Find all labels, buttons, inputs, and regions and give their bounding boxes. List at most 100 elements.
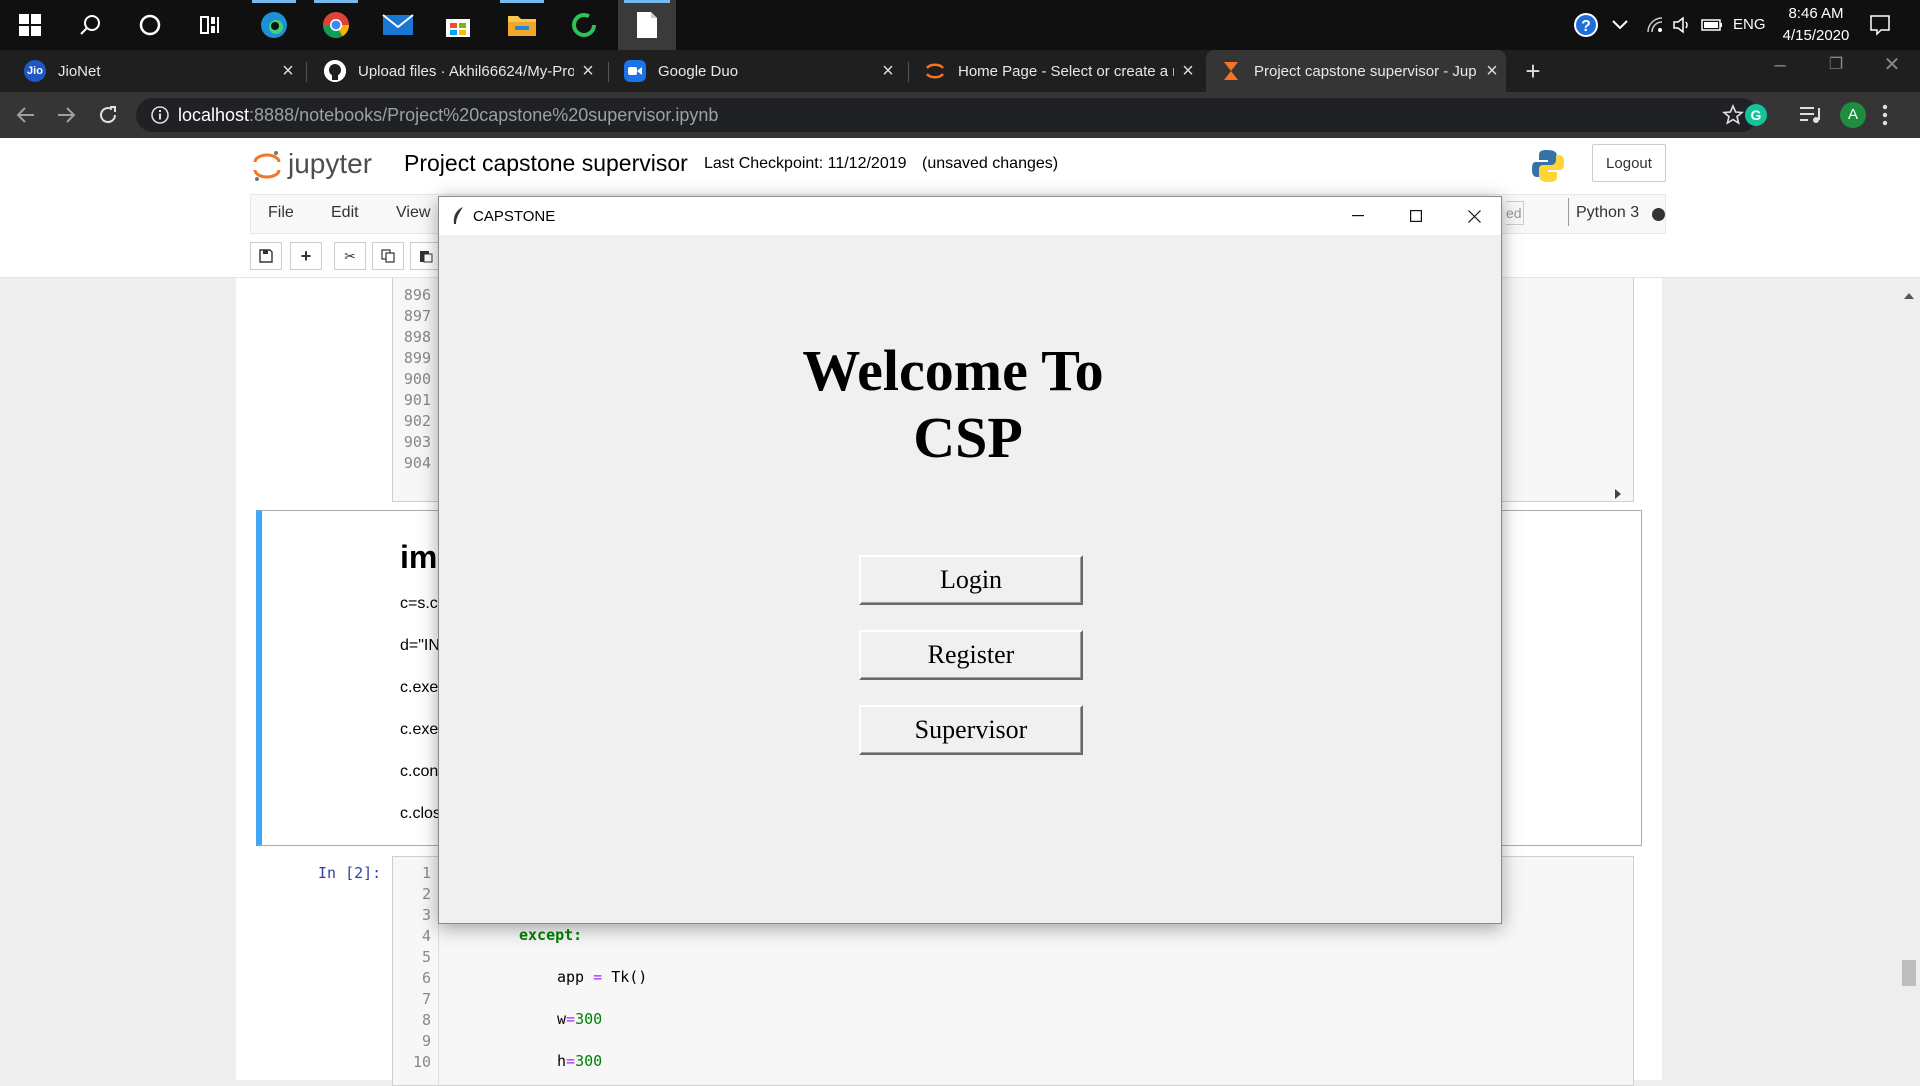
reload-button[interactable] — [88, 92, 128, 138]
bookmark-star-icon[interactable] — [1721, 103, 1745, 131]
restore-icon[interactable]: ❐ — [1816, 54, 1856, 84]
minimize-icon[interactable]: – — [1760, 54, 1800, 84]
profile-avatar[interactable]: A — [1840, 102, 1866, 128]
windows-start-icon[interactable] — [2, 0, 58, 50]
mail-icon[interactable] — [370, 0, 426, 50]
scrollbar-thumb[interactable] — [1902, 960, 1916, 986]
input-language[interactable]: ENG — [1733, 16, 1766, 33]
menu-view[interactable]: View — [396, 204, 430, 222]
kernel-busy-indicator — [1652, 208, 1665, 221]
browser-toolbar: localhost:8888/notebooks/Project%20capst… — [0, 92, 1920, 138]
jupyter-logo-text[interactable]: jupyter — [288, 148, 372, 180]
markdown-line: c.con — [400, 763, 439, 780]
welcome-heading: Welcome To — [802, 338, 1104, 403]
window-close-icon[interactable]: ✕ — [1872, 52, 1912, 82]
scroll-right-icon[interactable] — [1615, 486, 1621, 504]
url-host: localhost — [178, 104, 250, 125]
scroll-up-icon[interactable] — [1904, 286, 1914, 304]
trusted-indicator[interactable]: ed — [1506, 201, 1524, 225]
search-icon[interactable] — [62, 0, 118, 50]
menu-file[interactable]: File — [268, 204, 294, 222]
tab-title: Home Page - Select or create a n — [958, 62, 1174, 80]
page-scrollbar[interactable] — [1898, 278, 1920, 1080]
close-icon[interactable]: × — [1478, 60, 1506, 83]
close-icon[interactable] — [1445, 197, 1503, 235]
tab-google-duo[interactable]: Google Duo × — [610, 50, 902, 92]
copy-button[interactable] — [372, 242, 404, 270]
cut-button[interactable]: ✂ — [334, 242, 366, 270]
close-icon[interactable]: × — [1174, 60, 1202, 83]
tab-home-page[interactable]: Home Page - Select or create a n × — [910, 50, 1202, 92]
code-line: w=300 — [557, 1010, 603, 1028]
markdown-line: c.exe — [400, 679, 439, 696]
tab-title: Google Duo — [658, 62, 739, 80]
clock-time[interactable]: 8:46 AM — [1776, 5, 1856, 22]
battery-icon[interactable] — [1694, 0, 1730, 50]
store-icon[interactable] — [430, 0, 486, 50]
forward-button[interactable] — [46, 92, 86, 138]
svg-text:G: G — [1751, 107, 1762, 123]
tab-upload-files[interactable]: Upload files · Akhil66624/My-Pro × — [310, 50, 602, 92]
kernel-name[interactable]: Python 3 — [1576, 204, 1639, 222]
windows-taskbar: ? ENG 8:46 AM 4/15/2020 — [0, 0, 1920, 50]
code-line: app = Tk() — [557, 968, 648, 986]
grammarly-icon[interactable]: G — [1744, 103, 1768, 132]
notepad-icon[interactable] — [618, 0, 676, 50]
svg-text:?: ? — [1581, 18, 1591, 35]
jupyter-header: jupyter Project capstone supervisor Last… — [0, 138, 1920, 194]
markdown-line: c=s.c — [400, 595, 438, 612]
refresh-app-icon[interactable] — [556, 0, 612, 50]
supervisor-button[interactable]: Supervisor — [859, 705, 1083, 755]
register-button[interactable]: Register — [859, 630, 1083, 680]
markdown-line: d="IN — [400, 637, 440, 654]
window-titlebar[interactable]: CAPSTONE — [439, 197, 1501, 235]
close-icon[interactable]: × — [874, 60, 902, 83]
chrome-browser-icon[interactable] — [308, 0, 364, 50]
notifications-icon[interactable] — [1854, 0, 1906, 50]
code-line: h=300 — [557, 1052, 603, 1070]
hourglass-icon — [1220, 60, 1242, 82]
edge-browser-icon[interactable] — [246, 0, 302, 50]
login-button[interactable]: Login — [859, 555, 1083, 605]
save-button[interactable] — [250, 242, 282, 270]
address-bar[interactable]: localhost:8888/notebooks/Project%20capst… — [136, 98, 1758, 132]
back-button[interactable] — [6, 92, 46, 138]
url-path: :8888/notebooks/Project%20capstone%20sup… — [249, 104, 719, 125]
jupyter-logo-icon[interactable] — [252, 148, 282, 189]
cell-prompt: In [2]: — [318, 864, 382, 882]
info-icon[interactable] — [150, 105, 170, 130]
new-tab-button[interactable]: + — [1518, 56, 1548, 86]
tab-jionet[interactable]: Jio JioNet × — [10, 50, 302, 92]
tab-project-capstone[interactable]: Project capstone supervisor - Jup × — [1206, 50, 1506, 92]
google-duo-icon — [624, 60, 646, 82]
tab-title: Project capstone supervisor - Jup — [1254, 62, 1477, 80]
markdown-line: c.clos — [400, 805, 441, 822]
menu-edit[interactable]: Edit — [331, 204, 359, 222]
clock-date[interactable]: 4/15/2020 — [1770, 27, 1862, 44]
insert-cell-button[interactable]: + — [290, 242, 322, 270]
logout-button[interactable]: Logout — [1592, 144, 1666, 182]
notebook-title[interactable]: Project capstone supervisor — [404, 150, 688, 177]
close-icon[interactable]: × — [274, 60, 302, 83]
markdown-line: c.exe — [400, 721, 439, 738]
code-line: except: — [519, 926, 583, 944]
cortana-icon[interactable] — [122, 0, 178, 50]
media-control-icon[interactable] — [1798, 104, 1822, 131]
close-icon[interactable]: × — [574, 60, 602, 83]
task-view-icon[interactable] — [182, 0, 238, 50]
welcome-heading-csp: CSP — [913, 405, 1023, 470]
autosave-status: (unsaved changes) — [922, 155, 1059, 172]
jupyter-favicon-icon — [924, 60, 946, 82]
more-options-icon[interactable] — [1882, 104, 1888, 131]
checkpoint-status: Last Checkpoint: 11/12/2019 — [704, 155, 907, 172]
tab-title: JioNet — [58, 62, 101, 80]
line-numbers: 1 2 3 4 5 6 7 8 9 10 — [412, 864, 431, 1071]
file-explorer-icon[interactable] — [494, 0, 550, 50]
window-title: CAPSTONE — [473, 208, 556, 225]
minimize-icon[interactable] — [1329, 197, 1387, 235]
maximize-icon[interactable] — [1387, 197, 1445, 235]
github-icon — [324, 60, 346, 82]
browser-tab-strip: Jio JioNet × Upload files · Akhil66624/M… — [0, 50, 1920, 92]
markdown-heading: im — [400, 539, 438, 575]
jio-favicon-icon: Jio — [24, 60, 46, 82]
